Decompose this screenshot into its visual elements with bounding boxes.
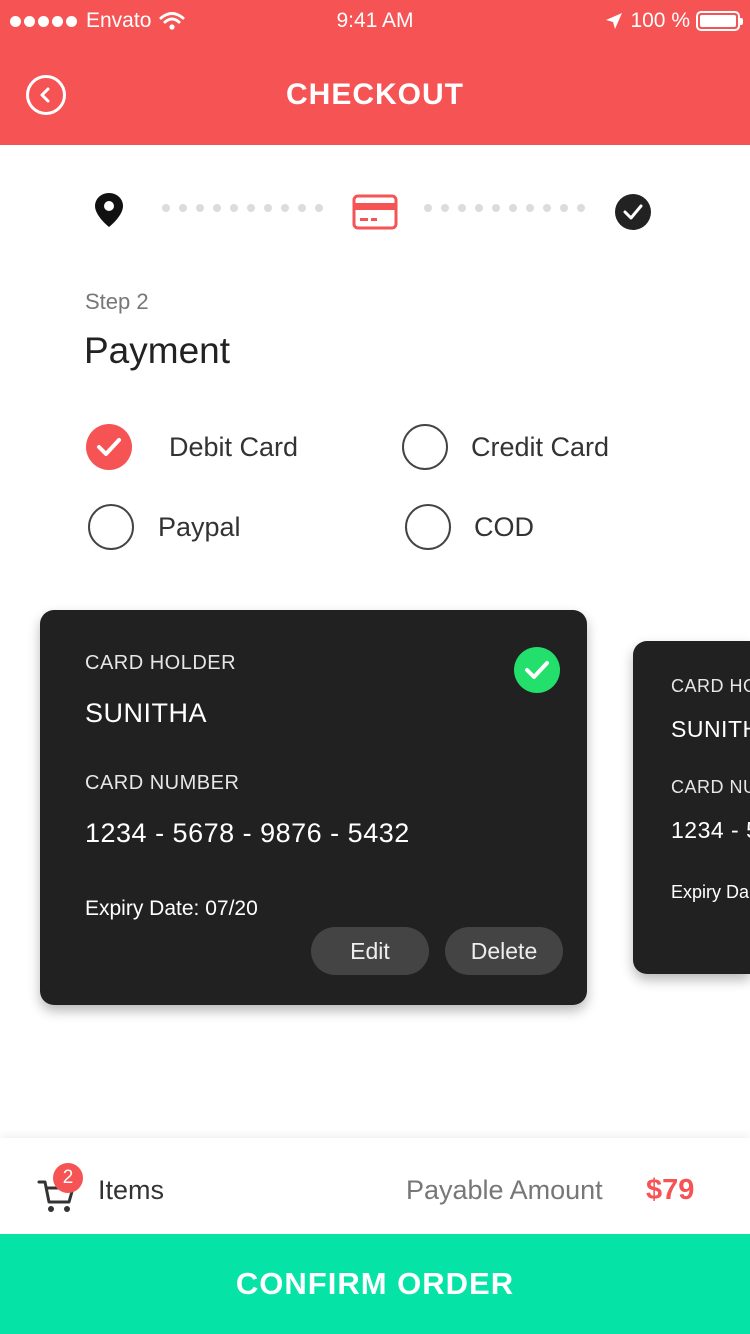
stepper-dots-1 [162,204,323,212]
option-label: COD [474,511,534,542]
stepper-dots-2 [424,204,585,212]
order-summary-bar: 2 Items Payable Amount $79 [0,1138,750,1234]
card-number: 1234 - 5 [671,817,750,843]
check-icon[interactable] [614,192,654,232]
saved-card[interactable]: CARD HO SUNITH CARD NU 1234 - 5 Expiry D… [633,641,750,974]
status-right: 100 % [604,9,743,33]
option-credit-card[interactable]: Credit Card [402,424,609,470]
section-title: Payment [84,330,231,371]
option-cod[interactable]: COD [405,504,534,550]
battery-icon [696,11,743,31]
payable-amount-label: Payable Amount [406,1175,603,1205]
edit-card-button[interactable]: Edit [311,927,429,975]
radio-unchecked-icon[interactable] [402,424,448,470]
card-number-label: CARD NUMBER [85,772,240,794]
delete-card-button[interactable]: Delete [445,927,563,975]
card-holder-name: SUNITH [671,716,750,742]
card-holder-label: CARD HOLDER [85,652,237,674]
card-selected-check-icon [514,647,560,693]
location-pin-icon[interactable] [94,192,124,228]
step-label: Step 2 [85,289,149,314]
option-label: Debit Card [169,431,299,462]
card-number-label: CARD NU [671,777,750,797]
option-debit-card[interactable]: Debit Card [86,424,298,470]
location-arrow-icon [606,13,623,29]
battery-label: 100 % [630,9,690,32]
page-title: CHECKOUT [286,78,464,111]
status-bar: Envato 9:41 AM 100 % [0,0,750,40]
card-number: 1234 - 5678 - 9876 - 5432 [85,818,410,848]
confirm-order-button[interactable]: CONFIRM ORDER [0,1234,750,1334]
saved-card[interactable]: CARD HOLDER SUNITHA CARD NUMBER 1234 - 5… [40,610,587,1005]
items-label: Items [98,1175,165,1205]
credit-card-icon[interactable] [352,194,398,230]
radio-unchecked-icon[interactable] [88,504,134,550]
payable-amount: $79 [646,1174,695,1206]
card-holder-name: SUNITHA [85,698,208,728]
card-expiry: Expiry Da [671,882,750,902]
radio-checked-icon[interactable] [86,424,132,470]
card-expiry: Expiry Date: 07/20 [85,897,258,920]
header-bar: Envato 9:41 AM 100 % CHECKOUT [0,0,750,145]
radio-unchecked-icon[interactable] [405,504,451,550]
card-holder-label: CARD HO [671,676,750,696]
option-label: Paypal [158,511,241,542]
cart-count-badge: 2 [53,1163,83,1193]
option-label: Credit Card [471,431,610,462]
option-paypal[interactable]: Paypal [88,504,241,550]
